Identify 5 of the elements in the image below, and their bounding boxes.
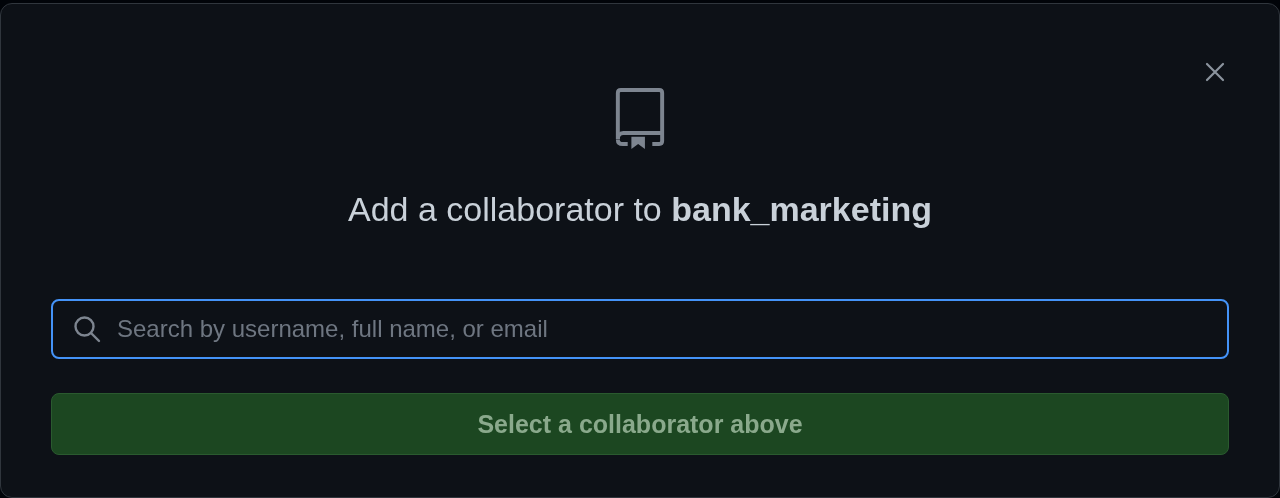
close-icon bbox=[1205, 62, 1225, 82]
search-input[interactable]: Search by username, full name, or email bbox=[117, 315, 1207, 343]
search-field[interactable]: Search by username, full name, or email bbox=[51, 299, 1229, 359]
search-icon bbox=[73, 315, 101, 343]
dialog-title: Add a collaborator to bank_marketing bbox=[347, 189, 933, 230]
